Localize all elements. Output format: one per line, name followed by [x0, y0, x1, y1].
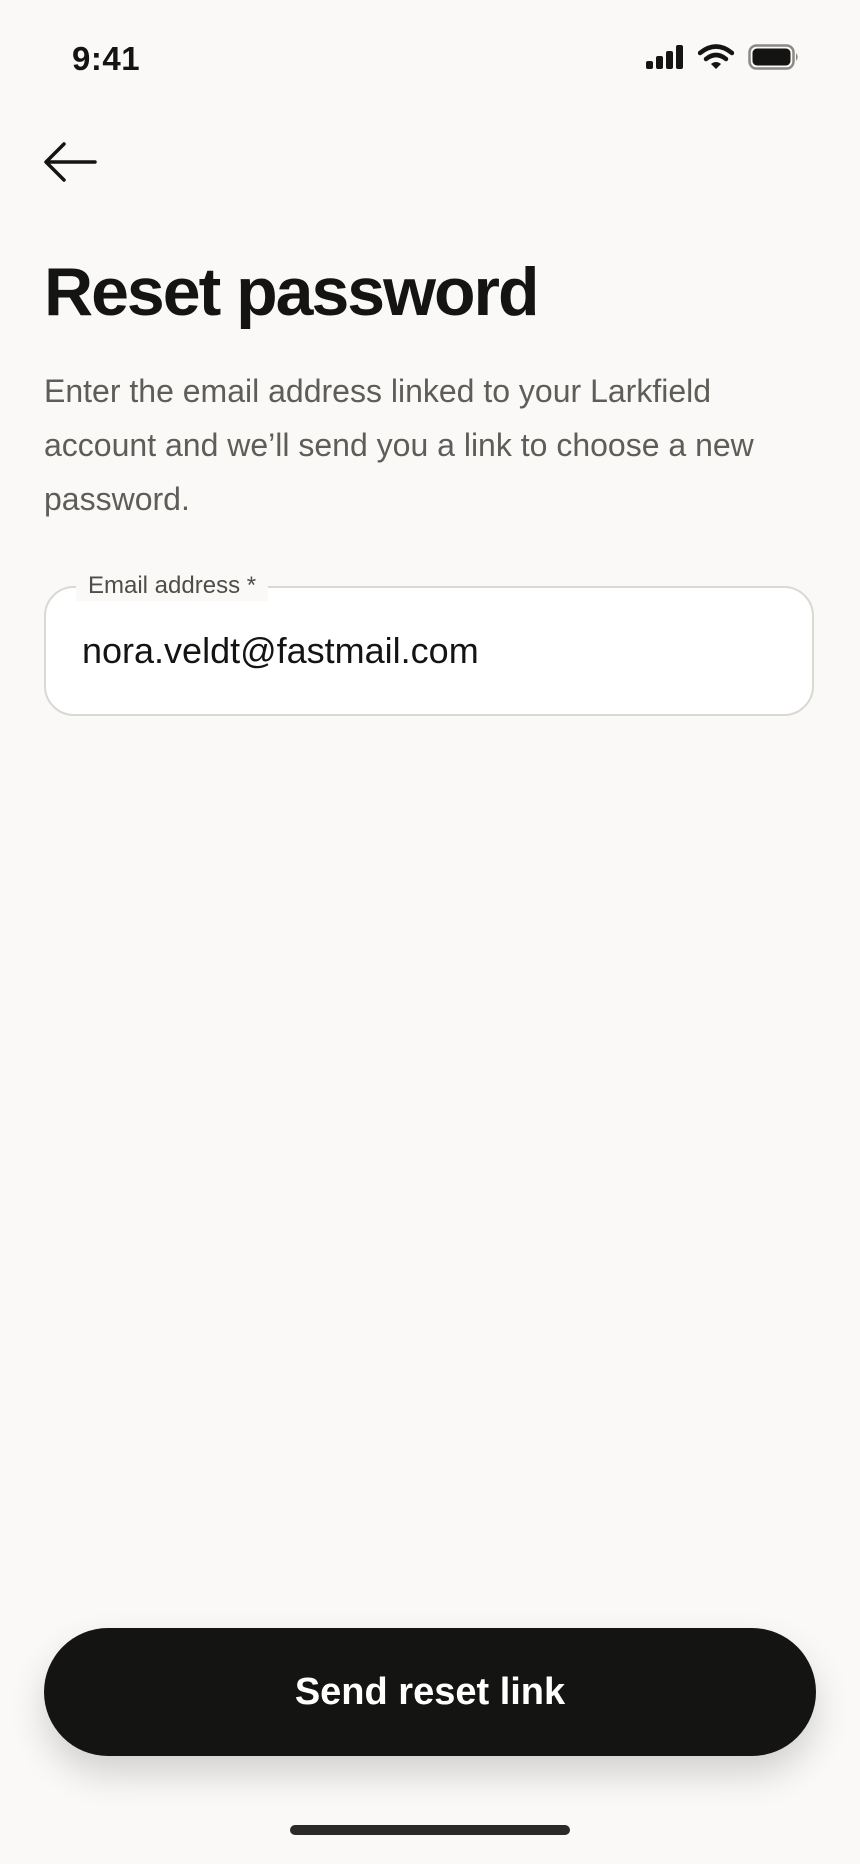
send-reset-link-button[interactable]: Send reset link	[44, 1628, 816, 1756]
status-icons	[646, 44, 800, 75]
arrow-left-icon	[42, 140, 98, 189]
home-indicator	[290, 1825, 570, 1835]
email-field[interactable]: Email address *	[44, 571, 814, 716]
status-time: 9:41	[72, 40, 141, 77]
battery-icon	[748, 44, 800, 75]
cellular-signal-icon	[646, 45, 684, 74]
status-bar: 9:41	[0, 0, 860, 120]
page-description: Enter the email address linked to your L…	[44, 373, 754, 517]
email-input[interactable]	[82, 588, 772, 714]
page-title: Reset password	[44, 254, 540, 330]
back-button[interactable]	[30, 128, 110, 200]
wifi-icon	[697, 44, 735, 75]
